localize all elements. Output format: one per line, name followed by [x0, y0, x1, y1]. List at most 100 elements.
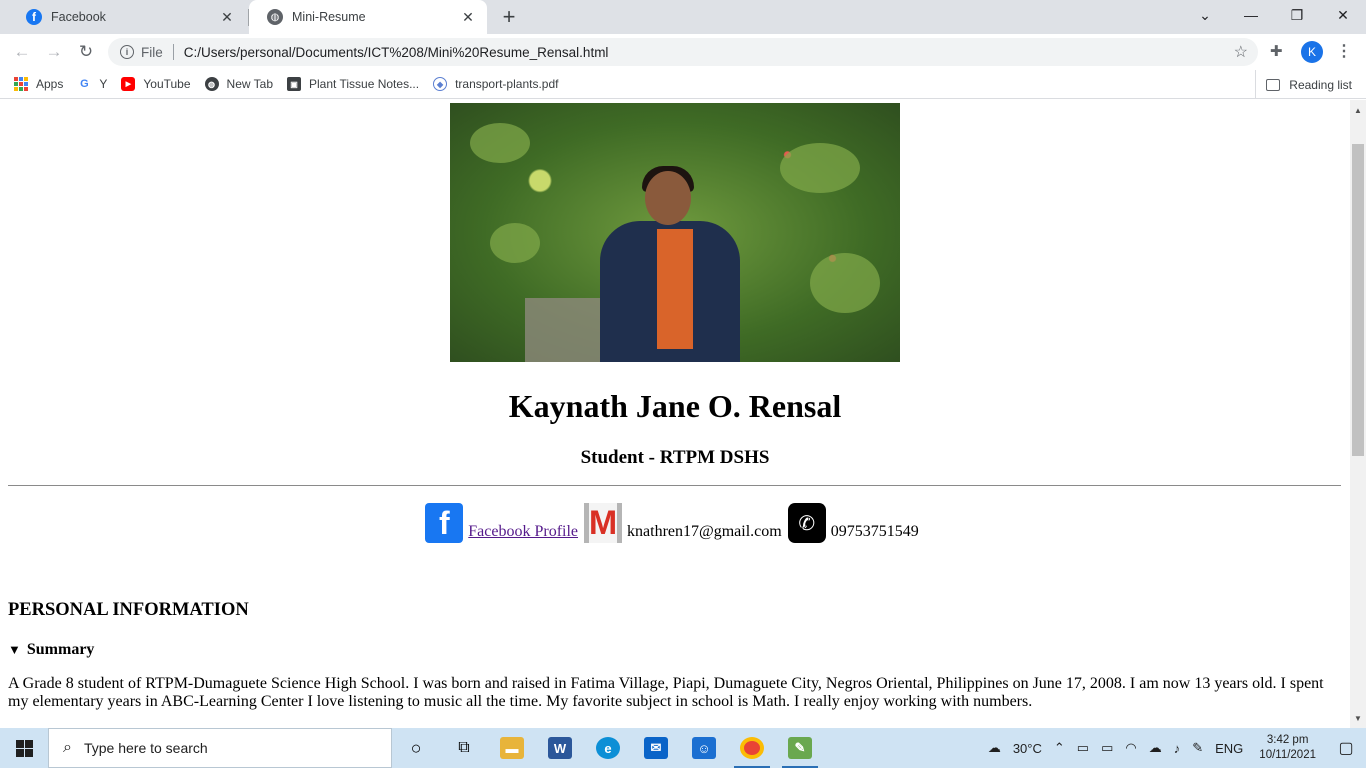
divider	[8, 485, 1341, 486]
triangle-down-icon: ▼	[8, 642, 21, 657]
close-tab-icon[interactable]: ✕	[218, 8, 236, 26]
scroll-up-icon[interactable]: ▲	[1350, 102, 1366, 118]
battery-icon[interactable]: ▭	[1101, 740, 1113, 756]
onedrive-icon[interactable]: ☁	[1149, 740, 1162, 756]
phone-text: 09753751549	[830, 523, 919, 540]
notepad-icon: ✎	[788, 737, 812, 759]
menu-kebab-icon[interactable]: ⋮	[1336, 41, 1352, 61]
file-explorer-button[interactable]: ▬	[488, 728, 536, 768]
bookmark-page-icon: ▣	[287, 77, 302, 91]
summary-text: A Grade 8 student of RTPM-Dumaguete Scie…	[8, 675, 1324, 710]
gmail-icon: M	[584, 503, 623, 543]
globe-icon: ◍	[267, 9, 283, 25]
close-tab-icon[interactable]: ✕	[459, 8, 477, 26]
reading-list-button[interactable]: Reading list	[1255, 70, 1352, 99]
mail-button[interactable]: ✉	[632, 728, 680, 768]
edge-icon: e	[596, 737, 620, 759]
system-tray: ☁ 30°C ⌃ ▭ ▭ ◠ ☁ ♪ ✎ ENG 3:42 pm 10/11/2…	[982, 728, 1366, 768]
section-title: PERSONAL INFORMATION	[8, 600, 249, 620]
summary-label: Summary	[26, 641, 95, 658]
profile-photo	[450, 103, 900, 362]
clock[interactable]: 3:42 pm 10/11/2021	[1259, 733, 1316, 763]
bookmark-label: transport-plants.pdf	[455, 77, 559, 91]
extensions-icon[interactable]: ✚	[1270, 42, 1283, 60]
scheme-label: File	[141, 44, 163, 60]
bookmark-new-tab[interactable]: ◍ New Tab	[204, 72, 273, 96]
bookmark-label: YouTube	[143, 77, 191, 91]
chrome-icon	[740, 737, 764, 759]
weather-text[interactable]: 30°C	[1013, 741, 1042, 756]
forward-button[interactable]: →	[42, 40, 66, 64]
edge-button[interactable]: e	[584, 728, 632, 768]
wifi-icon[interactable]: ◠	[1125, 740, 1136, 756]
profile-avatar[interactable]: K	[1301, 41, 1323, 63]
reload-button[interactable]: ↻	[74, 40, 98, 64]
tab-facebook[interactable]: f Facebook ✕	[8, 0, 246, 34]
chevron-up-icon[interactable]: ⌃	[1054, 740, 1065, 756]
weather-icon[interactable]: ☁	[988, 740, 1001, 756]
apps-grid-icon	[14, 77, 28, 91]
url-text[interactable]: C:/Users/personal/Documents/ICT%208/Mini…	[184, 45, 609, 60]
notepad-button[interactable]: ✎	[776, 728, 824, 768]
pdf-icon: ◆	[433, 77, 448, 91]
tab-strip: f Facebook ✕ ◍ Mini-Resume ✕ + ⌄ — ❐ ✕	[0, 0, 1366, 34]
back-button[interactable]: ←	[10, 40, 34, 64]
meet-icon[interactable]: ▭	[1077, 740, 1089, 756]
search-placeholder: Type here to search	[83, 740, 208, 756]
facebook-icon: f	[26, 9, 42, 25]
vertical-scrollbar[interactable]: ▲ ▼	[1350, 100, 1366, 728]
new-tab-button[interactable]: +	[498, 6, 520, 28]
tab-search-button[interactable]: ⌄	[1182, 0, 1228, 30]
phone-icon: ✆	[787, 503, 826, 543]
address-divider	[172, 44, 174, 60]
bookmark-transport-plants[interactable]: ◆ transport-plants.pdf	[433, 72, 558, 96]
facebook-profile-link[interactable]: Facebook Profile	[468, 523, 578, 540]
word-icon: W	[548, 737, 572, 759]
cortana-button[interactable]: ○	[392, 728, 440, 768]
bookmark-label: Y	[99, 77, 108, 91]
bookmark-y[interactable]: G Y	[77, 72, 107, 96]
scroll-thumb[interactable]	[1352, 144, 1364, 456]
task-view-button[interactable]: ⧉	[440, 728, 488, 768]
windows-taskbar: ⌕ Type here to search ○ ⧉ ▬ W e ✉ ☺ ✎ ☁ …	[0, 728, 1366, 768]
windows-icon	[15, 739, 33, 757]
close-window-button[interactable]: ✕	[1320, 0, 1366, 30]
bookmark-star-icon[interactable]: ☆	[1234, 42, 1248, 62]
scroll-down-icon[interactable]: ▼	[1350, 710, 1366, 726]
chrome-button[interactable]	[728, 728, 776, 768]
bookmark-youtube[interactable]: ▶ YouTube	[121, 72, 191, 96]
word-button[interactable]: W	[536, 728, 584, 768]
notification-icon[interactable]: ▢	[1326, 728, 1366, 768]
folder-icon: ▬	[500, 737, 524, 759]
language-indicator[interactable]: ENG	[1215, 741, 1243, 756]
reading-list-label: Reading list	[1289, 77, 1352, 92]
mail-icon: ✉	[644, 737, 668, 759]
email-text: knathren17@gmail.com	[627, 523, 782, 540]
start-button[interactable]	[0, 728, 48, 768]
address-bar[interactable]: i File C:/Users/personal/Documents/ICT%2…	[108, 38, 1258, 66]
page-content: Kaynath Jane O. Rensal Student - RTPM DS…	[0, 100, 1350, 728]
minimize-button[interactable]: —	[1228, 0, 1274, 30]
bookmark-plant-tissue[interactable]: ▣ Plant Tissue Notes...	[287, 72, 419, 96]
bookmark-apps[interactable]: Apps	[14, 72, 63, 96]
search-icon: ⌕	[63, 739, 72, 756]
volume-icon[interactable]: ♪	[1174, 741, 1181, 756]
resume-name: Kaynath Jane O. Rensal	[508, 388, 842, 424]
clock-time: 3:42 pm	[1266, 734, 1309, 746]
facebook-icon[interactable]: f	[425, 503, 464, 543]
taskbar-search[interactable]: ⌕ Type here to search	[48, 728, 392, 768]
tab-mini-resume[interactable]: ◍ Mini-Resume ✕	[249, 0, 487, 34]
bookmark-label: Apps	[36, 77, 64, 91]
bookmarks-bar: Apps G Y ▶ YouTube ◍ New Tab ▣ Plant Tis…	[0, 70, 1366, 99]
messenger-button[interactable]: ☺	[680, 728, 728, 768]
bookmark-label: Plant Tissue Notes...	[309, 77, 420, 91]
resume-role: Student - RTPM DSHS	[580, 447, 770, 468]
pen-icon[interactable]: ✎	[1192, 740, 1203, 756]
contact-row: f Facebook Profile M knathren17@gmail.co…	[0, 503, 1350, 543]
restore-button[interactable]: ❐	[1274, 0, 1320, 30]
cortana-icon: ○	[410, 737, 422, 758]
summary-toggle[interactable]: ▼ Summary	[8, 641, 94, 659]
browser-toolbar: ← → ↻ i File C:/Users/personal/Documents…	[0, 34, 1366, 70]
task-view-icon: ⧉	[458, 739, 470, 756]
info-icon[interactable]: i	[120, 45, 134, 59]
